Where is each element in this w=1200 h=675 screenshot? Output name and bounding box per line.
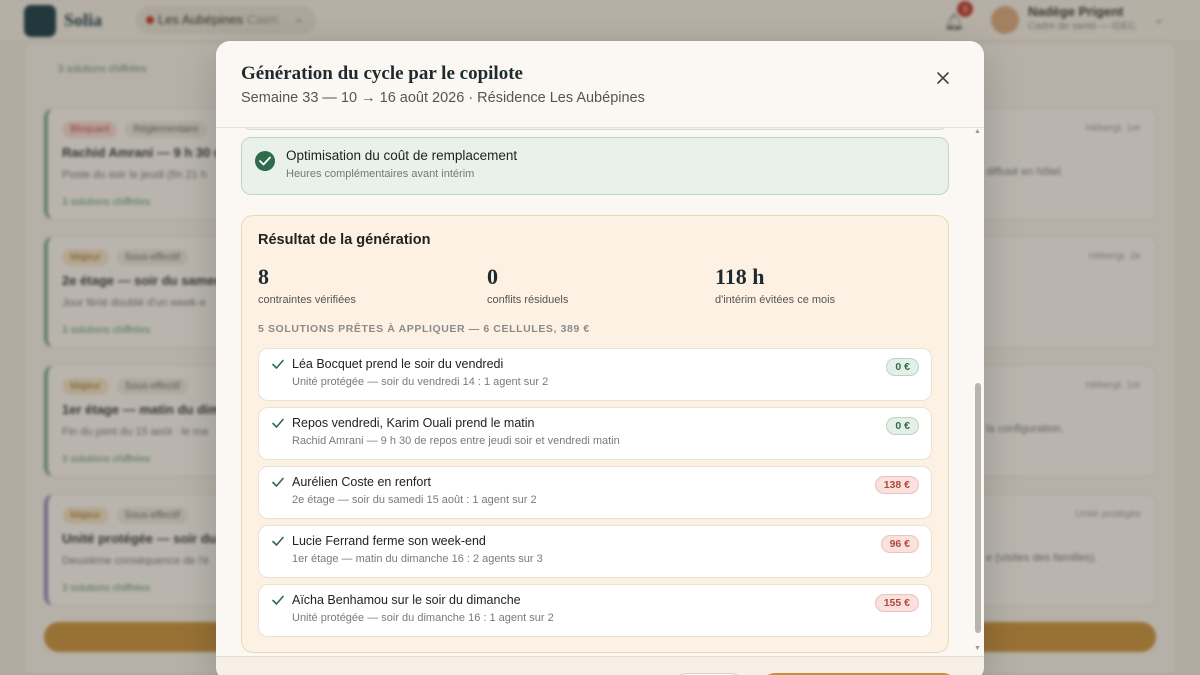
solution-cost-badge: 155 € (874, 594, 919, 612)
stat-value: 8 (258, 264, 269, 289)
close-button[interactable] (931, 66, 955, 90)
solution-item[interactable]: Lucie Ferrand ferme son week-end 1er étag… (258, 525, 932, 578)
solution-item[interactable]: Aïcha Benhamou sur le soir du dimanche Un… (258, 584, 932, 637)
solution-title: Aurélien Coste en renfort (292, 475, 431, 489)
check-icon (272, 595, 284, 605)
check-icon (272, 359, 284, 369)
check-icon (272, 477, 284, 487)
stat-value: 0 (487, 264, 498, 289)
modal-scrollbar-thumb[interactable] (975, 383, 981, 633)
stat-label: contraintes vérifiées (258, 294, 356, 306)
scroll-down-arrow-icon[interactable]: ▼ (974, 645, 981, 652)
solution-title: Lucie Ferrand ferme son week-end (292, 534, 486, 548)
stat-conflicts: 0 conflits résiduels (487, 264, 568, 306)
close-icon (937, 72, 949, 84)
stat-label: d'intérim évitées ce mois (715, 294, 836, 306)
solution-title: Aïcha Benhamou sur le soir du dimanche (292, 593, 521, 607)
solution-detail: 1er étage — matin du dimanche 16 : 2 age… (292, 553, 543, 565)
step-subtitle: Heures complémentaires avant intérim (286, 168, 475, 180)
solution-item[interactable]: Repos vendredi, Karim Ouali prend le mat… (258, 407, 932, 460)
modal-title: Génération du cycle par le copilote (241, 63, 523, 84)
solution-detail: Rachid Amrani — 9 h 30 de repos entre je… (292, 435, 620, 447)
solution-cost-badge: 96 € (880, 535, 919, 553)
stat-label: conflits résiduels (487, 294, 569, 306)
stat-interim-hours: 118 h d'intérim évitées ce mois (715, 264, 835, 306)
solution-detail: 2e étage — soir du samedi 15 août : 1 ag… (292, 494, 537, 506)
result-title: Résultat de la génération (258, 232, 431, 248)
solution-cost-badge: 138 € (874, 476, 919, 494)
modal-subtitle: Semaine 33 — 10 → 16 août 2026 · Résiden… (241, 90, 645, 106)
scroll-up-arrow-icon[interactable]: ▲ (974, 128, 981, 135)
modal-header: Génération du cycle par le copilote Sema… (216, 41, 984, 128)
modal-body[interactable]: Optimisation du coût de remplacement Heu… (216, 128, 984, 656)
solution-detail: Unité protégée — soir du dimanche 16 : 1… (292, 612, 554, 624)
previous-step-card (241, 128, 949, 130)
solution-detail: Unité protégée — soir du vendredi 14 : 1… (292, 376, 549, 388)
solution-item[interactable]: Aurélien Coste en renfort 2e étage — soir… (258, 466, 932, 519)
solution-cost-badge: 0 € (886, 417, 919, 435)
solution-list: Léa Bocquet prend le soir du vendredi Uni… (258, 348, 932, 643)
generation-result: Résultat de la génération 8 contraintes … (241, 215, 949, 653)
check-icon (272, 418, 284, 428)
solution-cost-badge: 0 € (886, 358, 919, 376)
solutions-heading: 5 SOLUTIONS PRÊTES À APPLIQUER — 6 CELLU… (258, 323, 590, 335)
step-title: Optimisation du coût de remplacement (286, 148, 518, 163)
solution-title: Repos vendredi, Karim Ouali prend le mat… (292, 416, 535, 430)
stat-constraints: 8 contraintes vérifiées (258, 264, 356, 306)
solution-title: Léa Bocquet prend le soir du vendredi (292, 357, 504, 371)
check-icon (272, 536, 284, 546)
modal-footer (216, 656, 984, 675)
stat-value: 118 h (715, 264, 765, 289)
generation-step-done: Optimisation du coût de remplacement Heu… (241, 137, 949, 195)
solution-item[interactable]: Léa Bocquet prend le soir du vendredi Uni… (258, 348, 932, 401)
check-circle-icon (255, 151, 275, 171)
copilot-generation-modal: Génération du cycle par le copilote Sema… (216, 41, 984, 675)
